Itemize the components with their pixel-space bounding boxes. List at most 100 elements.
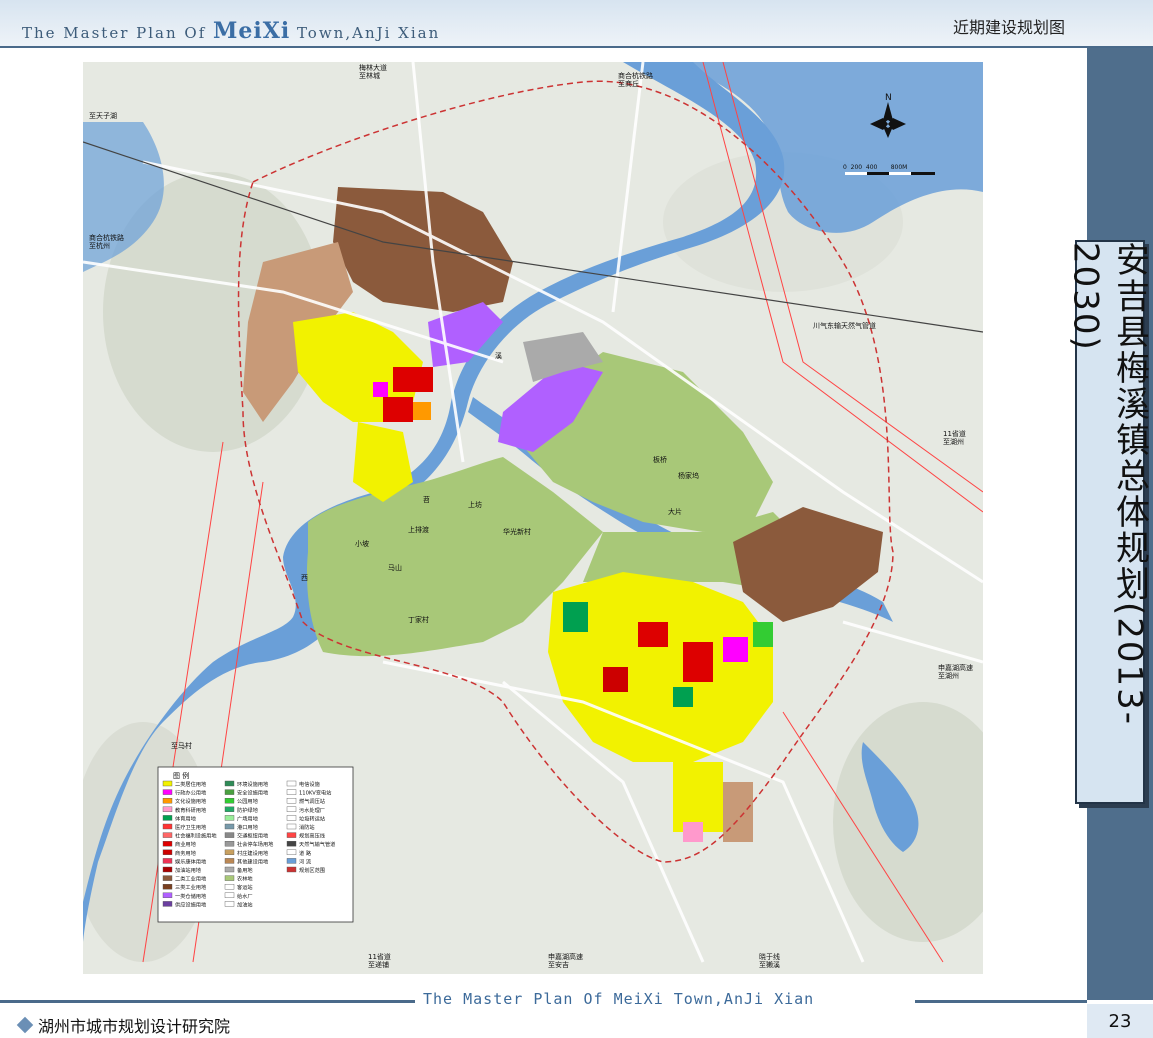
legend-swatch: [286, 858, 297, 864]
master-plan-map: N 0 200 400 800M 至天子湖 商合杭铁路至杭州 梅林大道至林城 商…: [83, 62, 983, 974]
legend-label: 客运站: [237, 883, 253, 891]
legend-label: 娱乐康体用地: [175, 857, 206, 865]
legend-swatch: [224, 875, 235, 881]
legend-label: 河 流: [299, 857, 311, 865]
legend-label: 村庄建设用地: [237, 849, 268, 857]
footer-english-title: The Master Plan Of MeiXi Town,AnJi Xian: [423, 990, 815, 1008]
legend-swatch: [286, 866, 297, 873]
legend-swatch: [286, 780, 297, 787]
legend-label: 消防站: [299, 823, 315, 831]
page-number: 23: [1087, 1004, 1153, 1038]
map-legend: 图 例 二类居住用地行政办公用地文化设施用地教育科研用地体育用地医疗卫生用地社会…: [157, 766, 354, 923]
legend-label: 污水处理厂: [299, 806, 325, 814]
legend-swatch: [162, 798, 173, 804]
legend-label: 防护绿地: [237, 806, 258, 814]
header-title-post: Town,AnJi Xian: [296, 24, 441, 42]
legend-swatch: [286, 849, 297, 855]
label-dingjia: 丁家村: [408, 615, 429, 624]
legend-label: 教育科研用地: [175, 806, 206, 814]
legend-label: 供应设施用地: [175, 900, 206, 908]
header-title-pre: The Master Plan Of: [22, 24, 207, 42]
legend-title: 图 例: [173, 771, 189, 780]
legend-label: 备用地: [237, 866, 253, 874]
legend-label: 社会福利设施用地: [175, 832, 217, 840]
legend-label: 交通枢纽用地: [237, 832, 268, 840]
legend-label: 文化设施用地: [175, 797, 206, 805]
legend-label: 道 路: [299, 849, 312, 857]
legend-swatch: [224, 858, 235, 864]
scale-bar: [845, 172, 935, 175]
footer-organization: 湖州市城市规划设计研究院: [16, 1013, 230, 1037]
legend-swatch: [286, 823, 297, 830]
label-shangpai: 上排渡: [408, 525, 429, 534]
label-dapian: 大片: [668, 507, 682, 516]
legend-label: 公园用地: [237, 797, 258, 805]
legend-swatch: [224, 815, 235, 821]
label-banqiao: 板桥: [653, 455, 667, 464]
side-title: 安吉县梅溪镇总体规划(2013-2030): [1065, 242, 1150, 727]
label-river-tiao: 苕: [423, 495, 430, 504]
label-xiaoyu: 晓于线至獭溪: [759, 952, 780, 969]
legend-swatch: [162, 884, 173, 890]
legend-swatch: [286, 832, 297, 838]
legend-swatch: [162, 789, 173, 795]
legend-label: 燃气调压站: [299, 797, 325, 805]
footer-rule-left: [0, 1000, 415, 1003]
legend-swatch: [224, 806, 235, 812]
legend-swatch: [224, 832, 235, 838]
legend-swatch: [162, 875, 173, 881]
legend-swatch: [162, 841, 173, 847]
legend-swatch: [162, 832, 173, 838]
legend-swatch: [224, 789, 235, 795]
legend-label: 社会停车场用地: [237, 840, 273, 848]
legend-swatch: [224, 841, 235, 847]
legend-label: 安全设施用地: [237, 789, 268, 797]
legend-swatch: [224, 866, 235, 873]
header-subtitle: 近期建设规划图: [952, 18, 1065, 37]
legend-label: 天然气输气管道: [299, 840, 335, 848]
label-river-xi: 西: [301, 574, 308, 582]
side-title-box: 安吉县梅溪镇总体规划(2013-2030): [1066, 240, 1150, 804]
legend-label: 其他建设用地: [237, 857, 268, 865]
legend-label: 规划区范围: [299, 866, 325, 874]
legend-label: 广场用地: [237, 814, 258, 822]
legend-swatch: [224, 901, 235, 907]
legend-label: 农林地: [237, 875, 253, 883]
label-gas-pipeline: 川气东输天然气管道: [813, 321, 876, 330]
legend-swatch: [162, 901, 173, 907]
legend-swatch: [162, 780, 173, 787]
label-xiaolv: 小坡: [355, 539, 369, 548]
legend-label: 110KV变电站: [299, 789, 331, 797]
legend-label: 二类工业用地: [175, 875, 206, 883]
north-label: N: [885, 93, 892, 103]
header-title-brand: MeiXi: [213, 18, 291, 44]
legend-swatch: [224, 892, 235, 898]
legend-swatch: [286, 806, 297, 812]
legend-swatch: [162, 806, 173, 812]
legend-swatch: [224, 849, 235, 855]
label-mashan: 马山: [388, 563, 402, 572]
legend-swatch: [224, 798, 235, 804]
label-lu11-huzhou: 11省道至湖州: [943, 429, 966, 446]
legend-swatch: [162, 866, 173, 873]
scale-label: 0 200 400 800M: [843, 164, 907, 171]
page-header: The Master Plan Of MeiXi Town,AnJi Xian …: [0, 0, 1153, 48]
label-shangfang: 上坊: [468, 500, 482, 509]
label-zhima: 至马村: [171, 741, 192, 750]
legend-swatch: [162, 849, 173, 855]
legend-label: 环境设施用地: [237, 780, 268, 788]
legend-label: 行政办公用地: [175, 789, 206, 797]
legend-label: 二类居住用地: [175, 780, 206, 788]
legend-label: 商务用地: [175, 849, 196, 857]
label-yangjia: 杨家坞: [678, 471, 699, 480]
legend-label: 垃圾转运站: [299, 814, 325, 822]
label-tianzihu: 至天子湖: [89, 111, 117, 120]
label-lu11-anji: 11省道至递铺: [368, 952, 391, 969]
legend-swatch: [162, 892, 173, 898]
legend-label: 体育用地: [175, 814, 196, 822]
legend-swatch: [162, 823, 173, 830]
legend-swatch: [286, 841, 297, 847]
legend-label: 一类仓储用地: [175, 892, 206, 900]
legend-label: 医疗卫生用地: [175, 823, 206, 831]
legend-label: 商业用地: [175, 840, 196, 848]
